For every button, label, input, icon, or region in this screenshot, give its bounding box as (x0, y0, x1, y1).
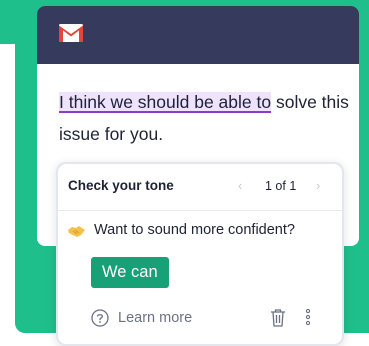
email-body-text[interactable]: I think we should be able to solve this … (59, 86, 359, 150)
trash-icon[interactable] (270, 308, 286, 327)
tone-card-footer: Learn more (58, 305, 342, 331)
brand-background-corner (0, 0, 15, 44)
tone-card-header: Check your tone ‹ 1 of 1 › (58, 164, 342, 211)
learn-more-link[interactable]: Learn more (118, 310, 192, 326)
pager-count: 1 of 1 (265, 179, 297, 193)
left-panel (0, 44, 15, 333)
tone-suggestion-card: Check your tone ‹ 1 of 1 › Want to sound… (56, 162, 344, 346)
kebab-icon[interactable] (305, 308, 311, 326)
gmail-icon (59, 24, 83, 42)
handshake-icon (68, 226, 85, 237)
pager-prev-button[interactable]: ‹ (238, 178, 242, 193)
flagged-phrase[interactable]: I think we should be able to (59, 92, 272, 112)
suggestion-text: Want to sound more confident? (94, 222, 295, 238)
tone-card-title: Check your tone (68, 178, 174, 193)
accept-suggestion-button[interactable]: We can (91, 257, 169, 288)
question-circle-icon[interactable] (91, 309, 109, 327)
pager-next-button[interactable]: › (316, 178, 320, 193)
email-header (37, 6, 359, 64)
